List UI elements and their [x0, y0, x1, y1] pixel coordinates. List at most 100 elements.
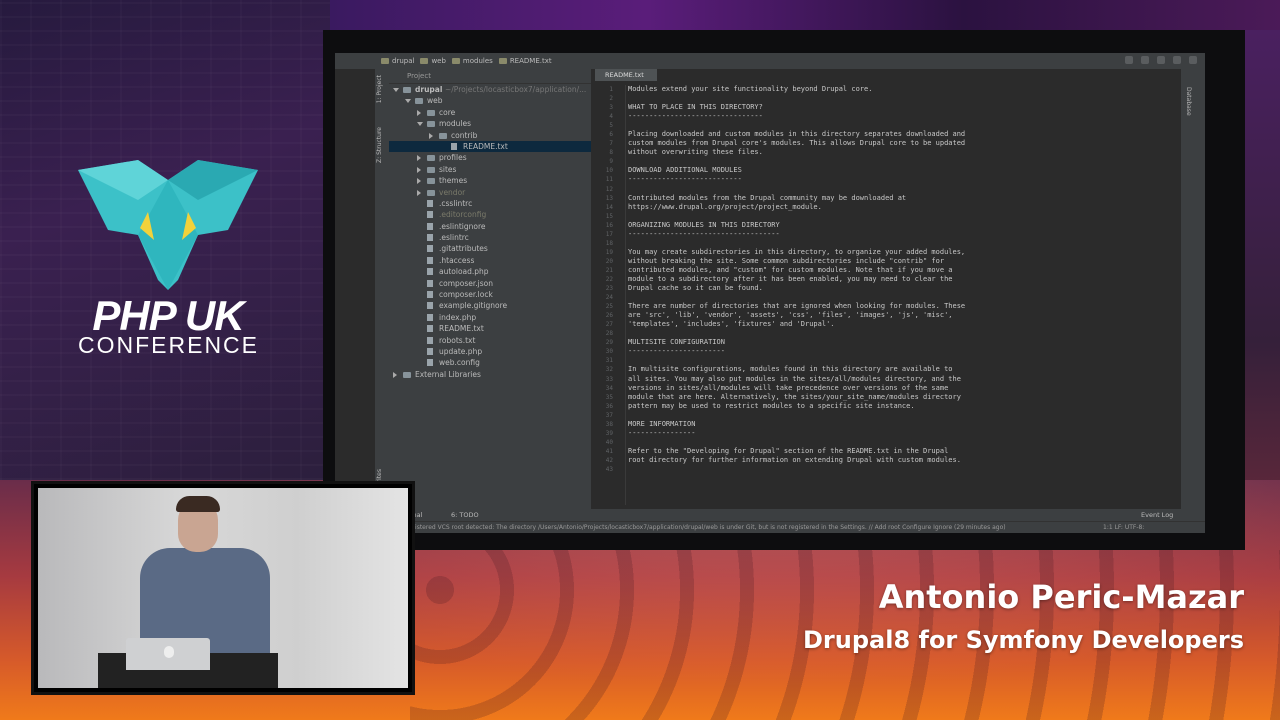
tree-folder[interactable]: sites — [389, 164, 591, 175]
tree-file[interactable]: composer.lock — [389, 289, 591, 300]
tree-file[interactable]: web.config — [389, 357, 591, 368]
project-view-selector[interactable]: Project — [407, 72, 431, 80]
line-number: 42 — [605, 456, 613, 464]
tree-folder[interactable]: drupal ~/Projects/locasticbox7/applicatio… — [389, 84, 591, 95]
code-line: Refer to the "Developing for Drupal" sec… — [628, 446, 949, 455]
file-icon — [427, 222, 433, 230]
code-line: DOWNLOAD ADDITIONAL MODULES — [628, 166, 742, 175]
tree-folder[interactable]: contrib — [389, 130, 591, 141]
tree-file[interactable]: README.txt — [389, 323, 591, 334]
tool-tab-database[interactable]: Database — [1185, 87, 1192, 116]
tool-tab-structure[interactable]: Z: Structure — [376, 127, 383, 163]
chevron-right-icon[interactable] — [417, 166, 421, 173]
chevron-right-icon[interactable] — [393, 371, 397, 378]
tree-file[interactable]: composer.json — [389, 278, 591, 289]
tree-file[interactable]: .gitattributes — [389, 243, 591, 254]
file-icon — [427, 302, 433, 310]
tree-file[interactable]: update.php — [389, 346, 591, 357]
tab-readme[interactable]: README.txt — [595, 69, 657, 81]
tree-folder[interactable]: core — [389, 107, 591, 118]
tree-folder[interactable]: External Libraries — [389, 369, 591, 380]
breadcrumb-item[interactable]: web — [420, 57, 446, 65]
tree-folder[interactable]: vendor — [389, 187, 591, 198]
line-number: 36 — [605, 402, 613, 410]
code-line: 'templates', 'includes', 'fixtures' and … — [628, 320, 835, 329]
line-number: 15 — [605, 212, 613, 220]
tree-file[interactable]: .editorconfig — [389, 209, 591, 220]
tree-file[interactable]: .csslintrc — [389, 198, 591, 209]
stop-icon[interactable] — [1157, 56, 1165, 64]
line-number: 7 — [609, 140, 613, 148]
chevron-right-icon[interactable] — [417, 109, 421, 116]
tree-item-label: vendor — [439, 187, 466, 197]
status-message[interactable]: Unregistered VCS root detected: The dire… — [397, 524, 1006, 531]
search-icon[interactable] — [1189, 56, 1197, 64]
tree-file[interactable]: example.gitignore — [389, 300, 591, 311]
line-number: 2 — [609, 95, 613, 103]
chevron-down-icon[interactable] — [417, 122, 423, 127]
tree-folder[interactable]: profiles — [389, 152, 591, 163]
tree-file[interactable]: .eslintrc — [389, 232, 591, 243]
tree-file[interactable]: index.php — [389, 312, 591, 323]
run-icon[interactable] — [1125, 56, 1133, 64]
file-icon — [427, 245, 433, 253]
chevron-down-icon[interactable] — [393, 88, 399, 92]
tree-folder[interactable]: modules — [389, 118, 591, 129]
debug-icon[interactable] — [1141, 56, 1149, 64]
editor-pane: README.txt 1 2 3 4 5 6 7 8 9 10 11 12 13 14 15 16 17 18 19… — [591, 69, 1181, 509]
tree-file[interactable]: autoload.php — [389, 266, 591, 277]
folder-icon — [427, 178, 435, 185]
breadcrumb-item[interactable]: drupal — [381, 57, 414, 65]
line-number: 29 — [605, 339, 613, 347]
code-line: In multisite configurations, modules fou… — [628, 365, 953, 374]
tree-item-label: .htaccess — [439, 255, 475, 265]
chevron-right-icon[interactable] — [417, 189, 421, 196]
chevron-right-icon[interactable] — [429, 132, 433, 139]
code-content[interactable]: Modules extend your site functionality b… — [628, 85, 965, 474]
tree-item-label: profiles — [439, 153, 467, 163]
apple-logo-icon — [164, 646, 174, 658]
tree-item-label: web — [427, 96, 443, 106]
status-position: 1:1 LF: UTF-8: — [1099, 524, 1145, 531]
tree-item-label: .eslintrc — [439, 233, 469, 243]
line-number: 26 — [605, 312, 613, 320]
status-bar: Unregistered VCS root detected: The dire… — [335, 521, 1205, 533]
tree-item-label: core — [439, 107, 456, 117]
chevron-right-icon[interactable] — [417, 155, 421, 162]
breadcrumb-item[interactable]: README.txt — [498, 57, 552, 65]
tree-folder[interactable]: themes — [389, 175, 591, 186]
tree-file[interactable]: robots.txt — [389, 335, 591, 346]
chevron-right-icon[interactable] — [417, 178, 421, 185]
breadcrumb-item[interactable]: modules — [451, 57, 493, 65]
tree-item-label: .editorconfig — [439, 210, 487, 220]
line-number: 23 — [605, 285, 613, 293]
code-line: --------------------------- — [628, 175, 742, 184]
file-icon — [427, 199, 433, 207]
line-number: 35 — [605, 393, 613, 401]
toolbar-actions — [1125, 56, 1197, 64]
code-line: ------------------------------------ — [628, 229, 780, 238]
code-line: versions in sites/all/modules will take … — [628, 383, 949, 392]
settings-icon[interactable] — [1173, 56, 1181, 64]
tab-todo[interactable]: 6: TODO — [451, 511, 479, 519]
tree-file[interactable]: .htaccess — [389, 255, 591, 266]
tree-file[interactable]: README.txt — [389, 140, 591, 153]
event-log-button[interactable]: Event Log — [1141, 511, 1173, 519]
code-line: MULTISITE CONFIGURATION — [628, 338, 725, 347]
code-line: without breaking the site. Some common s… — [628, 256, 945, 265]
tree-folder[interactable]: web — [389, 95, 591, 106]
tool-tab-project[interactable]: 1: Project — [376, 75, 383, 103]
code-line: without overwriting these files. — [628, 148, 763, 157]
line-number: 13 — [605, 194, 613, 202]
tree-item-label: themes — [439, 176, 468, 186]
code-line: There are number of directories that are… — [628, 302, 966, 311]
tree-file[interactable]: .eslintignore — [389, 221, 591, 232]
chevron-down-icon[interactable] — [405, 99, 411, 104]
speaker-video-frame — [38, 488, 408, 688]
line-number: 34 — [605, 384, 613, 392]
